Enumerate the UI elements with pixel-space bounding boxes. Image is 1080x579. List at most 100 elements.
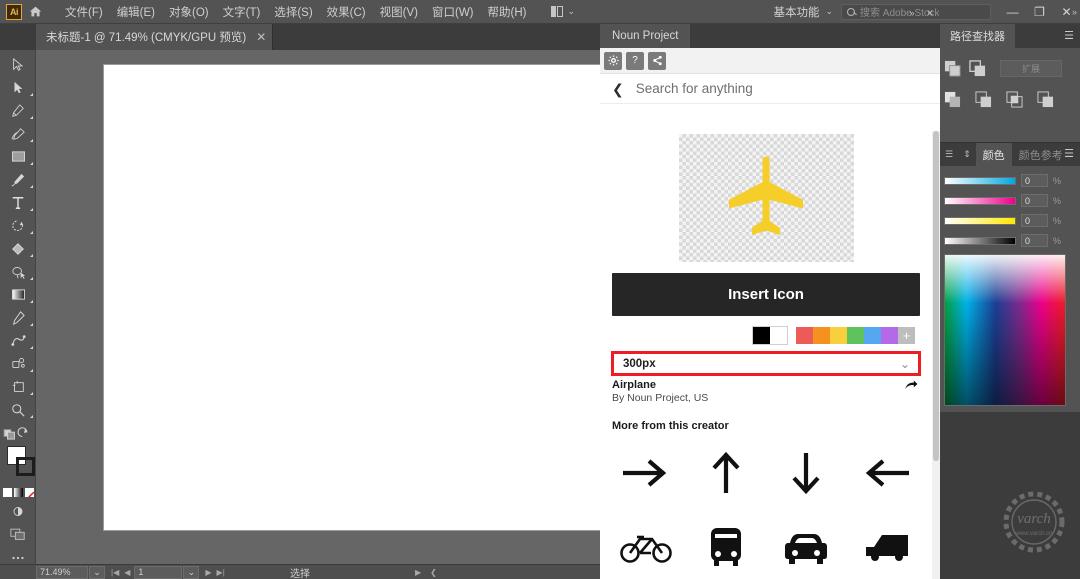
zoom-dropdown-icon[interactable]: ⌄ bbox=[89, 565, 105, 579]
rectangle-tool[interactable] bbox=[0, 145, 36, 168]
menu-item-object[interactable]: 对象(O) bbox=[162, 1, 216, 23]
canvas-area[interactable] bbox=[36, 50, 600, 564]
artboard-number-input[interactable]: 1 bbox=[134, 565, 183, 579]
workspace-chevron-icon[interactable]: ⌄ bbox=[825, 6, 833, 17]
swatch-black[interactable] bbox=[753, 327, 770, 344]
menu-item-edit[interactable]: 编辑(E) bbox=[110, 1, 162, 23]
home-icon[interactable] bbox=[22, 0, 48, 24]
color-mode-buttons[interactable] bbox=[0, 484, 36, 500]
document-tab[interactable]: 未标题-1 @ 71.49% (CMYK/GPU 预览) ✕ bbox=[36, 24, 274, 50]
color-fill-button[interactable] bbox=[2, 487, 12, 497]
artboard-dropdown-icon[interactable]: ⌄ bbox=[183, 565, 200, 579]
maximize-button[interactable]: ❐ bbox=[1026, 0, 1053, 24]
menu-item-help[interactable]: 帮助(H) bbox=[481, 1, 534, 23]
insert-icon-button[interactable]: Insert Icon bbox=[612, 273, 920, 316]
eyedropper-tool[interactable] bbox=[0, 306, 36, 329]
paintbrush-tool[interactable] bbox=[0, 168, 36, 191]
dock-collapse-icon[interactable]: » bbox=[1072, 7, 1077, 17]
tab-color-guide[interactable]: 颜色参考 bbox=[1012, 143, 1070, 167]
grid-item[interactable] bbox=[766, 442, 846, 504]
curvature-tool[interactable] bbox=[0, 122, 36, 145]
scrollbar-thumb[interactable] bbox=[933, 131, 939, 461]
add-color-icon[interactable]: + bbox=[898, 327, 915, 344]
next-artboard-button[interactable]: ▶ bbox=[205, 568, 211, 577]
noun-project-search-row[interactable]: ❮ Search for anything bbox=[600, 74, 940, 104]
yellow-value[interactable]: 0 bbox=[1021, 214, 1048, 227]
rotate-tool[interactable] bbox=[0, 214, 36, 237]
swatch-white[interactable] bbox=[770, 327, 787, 344]
grid-item[interactable] bbox=[846, 442, 926, 504]
cyan-value[interactable]: 0 bbox=[1021, 174, 1048, 187]
stroke-swatch[interactable] bbox=[16, 457, 35, 476]
zoom-level-input[interactable]: 71.49% bbox=[36, 565, 88, 579]
menu-item-effect[interactable]: 效果(C) bbox=[320, 1, 373, 23]
swatch-green[interactable] bbox=[847, 327, 864, 344]
magenta-value[interactable]: 0 bbox=[1021, 194, 1048, 207]
grid-item[interactable] bbox=[686, 442, 766, 504]
swatch-red[interactable] bbox=[796, 327, 813, 344]
swatch-orange[interactable] bbox=[813, 327, 830, 344]
type-tool[interactable] bbox=[0, 191, 36, 214]
draw-mode-button[interactable] bbox=[0, 500, 36, 523]
collapse-panel-icon[interactable]: » bbox=[904, 6, 920, 20]
minimize-button[interactable]: — bbox=[999, 0, 1026, 24]
grid-item[interactable] bbox=[606, 516, 686, 578]
color-spectrum[interactable] bbox=[944, 254, 1066, 406]
black-value[interactable]: 0 bbox=[1021, 234, 1048, 247]
trim-icon[interactable] bbox=[975, 91, 992, 108]
last-artboard-button[interactable]: ▶| bbox=[217, 568, 225, 577]
share-icon[interactable] bbox=[648, 51, 666, 70]
grid-item[interactable] bbox=[686, 516, 766, 578]
color-menu-icon[interactable]: ☰ bbox=[1064, 149, 1074, 160]
tab-color[interactable]: 颜色 bbox=[975, 142, 1012, 167]
icon-size-select[interactable]: 300px ⌄ bbox=[611, 351, 921, 376]
swatch-purple[interactable] bbox=[881, 327, 898, 344]
tab-noun-project[interactable]: Noun Project bbox=[600, 24, 691, 48]
help-icon[interactable]: ? bbox=[626, 51, 644, 70]
prev-artboard-button[interactable]: ◀ bbox=[124, 568, 130, 577]
menu-item-file[interactable]: 文件(F) bbox=[58, 1, 110, 23]
noun-project-scrollbar[interactable] bbox=[932, 131, 940, 579]
unite-icon[interactable] bbox=[944, 60, 961, 77]
color-swatch-handle-icon[interactable]: ⇕ bbox=[958, 149, 976, 160]
pathfinder-menu-icon[interactable]: ☰ bbox=[1064, 30, 1074, 42]
first-artboard-button[interactable]: |◀ bbox=[111, 568, 119, 577]
grid-item[interactable] bbox=[766, 516, 846, 578]
icon-preview[interactable] bbox=[678, 134, 854, 262]
direct-selection-tool[interactable] bbox=[0, 76, 36, 99]
lasso-tool[interactable] bbox=[0, 260, 36, 283]
artboard-tool[interactable] bbox=[0, 375, 36, 398]
status-menu-arrows[interactable]: ▶ ❮ bbox=[415, 568, 437, 577]
fill-stroke-swatches[interactable] bbox=[0, 444, 36, 484]
gradient-fill-button[interactable] bbox=[13, 487, 23, 497]
shape-builder-tool[interactable] bbox=[0, 237, 36, 260]
cyan-slider[interactable] bbox=[944, 176, 1016, 185]
gradient-tool[interactable] bbox=[0, 283, 36, 306]
yellow-slider[interactable] bbox=[944, 216, 1016, 225]
artboard[interactable] bbox=[103, 64, 600, 531]
merge-icon[interactable] bbox=[1006, 91, 1023, 108]
swatch-blue[interactable] bbox=[864, 327, 881, 344]
document-tab-close-icon[interactable]: ✕ bbox=[256, 31, 266, 43]
menu-item-view[interactable]: 视图(V) bbox=[373, 1, 425, 23]
blend-tool[interactable] bbox=[0, 329, 36, 352]
back-arrow-icon[interactable]: ❮ bbox=[612, 82, 624, 96]
workspace-switcher[interactable]: 基本功能 bbox=[767, 4, 825, 20]
menu-item-type[interactable]: 文字(T) bbox=[216, 1, 268, 23]
magenta-slider[interactable] bbox=[944, 196, 1016, 205]
gear-icon[interactable] bbox=[604, 51, 622, 70]
search-input[interactable]: Search for anything bbox=[636, 81, 753, 96]
symbol-sprayer-tool[interactable] bbox=[0, 352, 36, 375]
zoom-tool[interactable] bbox=[0, 398, 36, 421]
divide-icon[interactable] bbox=[944, 91, 961, 108]
pen-tool[interactable] bbox=[0, 99, 36, 122]
crop-icon[interactable] bbox=[1037, 91, 1054, 108]
tab-pathfinder[interactable]: 路径查找器 bbox=[940, 24, 1015, 48]
status-chevron-icon[interactable]: ❮ bbox=[430, 568, 437, 577]
close-panel-icon[interactable]: ✕ bbox=[922, 6, 938, 20]
share-arrow-icon[interactable] bbox=[905, 380, 918, 394]
menu-item-select[interactable]: 选择(S) bbox=[267, 1, 319, 23]
swatch-yellow[interactable] bbox=[830, 327, 847, 344]
panel-drag-handle-icon[interactable]: ☰ bbox=[940, 149, 958, 160]
none-fill-button[interactable] bbox=[24, 487, 34, 497]
